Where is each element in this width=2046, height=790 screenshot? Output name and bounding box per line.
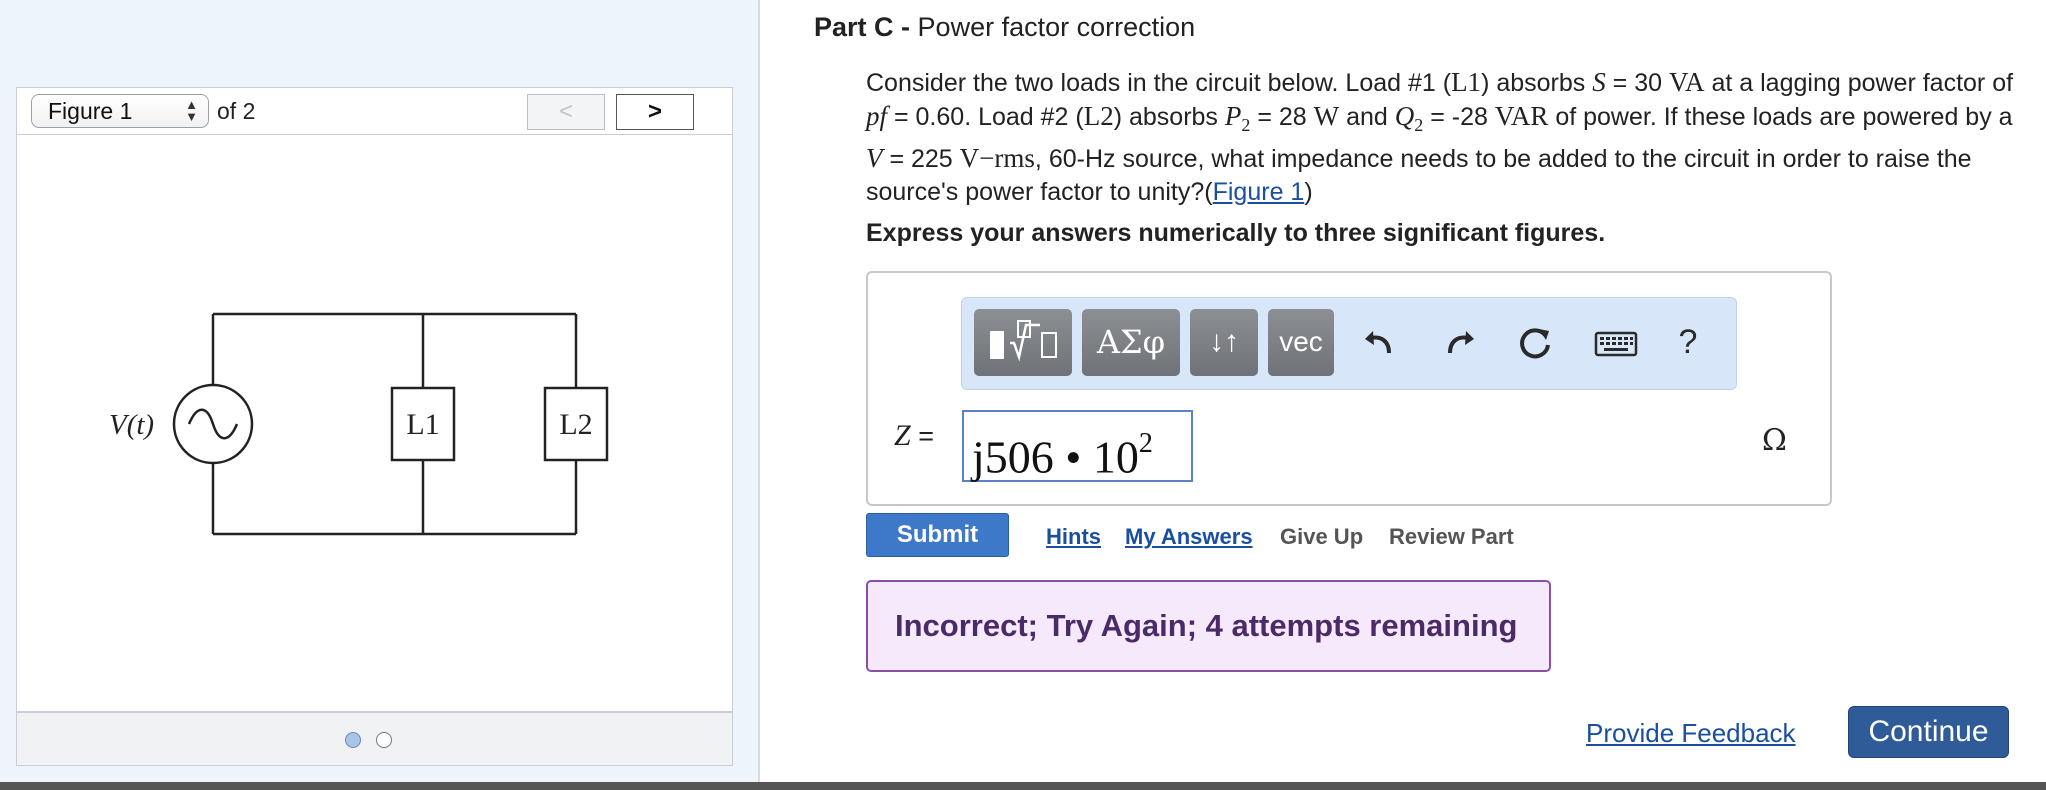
figure-count-label: of 2 bbox=[217, 98, 256, 124]
answer-input[interactable]: j506 • 102 bbox=[962, 410, 1193, 482]
load2-q-value: -28 bbox=[1451, 103, 1488, 131]
figure-pagination bbox=[16, 712, 733, 766]
page-dot[interactable] bbox=[376, 732, 392, 748]
answer-exponent: 2 bbox=[1138, 428, 1153, 459]
page-dot-active[interactable] bbox=[345, 732, 361, 748]
answer-box: ΑΣφ ↓↑ vec ? Z = j506 • 102 Ω bbox=[866, 271, 1832, 506]
review-part-link[interactable]: Review Part bbox=[1389, 524, 1514, 550]
answer-unit: Ω bbox=[1762, 423, 1787, 458]
load-l1-label: L1 bbox=[406, 408, 439, 441]
figure-toolbar: Figure 1 ▲ ▼ of 2 < > bbox=[16, 87, 733, 135]
chevron-right-icon: > bbox=[647, 98, 662, 125]
arrows-button[interactable]: ↓↑ bbox=[1190, 309, 1258, 376]
reset-button[interactable] bbox=[1509, 309, 1561, 376]
source-v-value: 225 bbox=[911, 145, 953, 173]
give-up-link[interactable]: Give Up bbox=[1280, 524, 1363, 550]
my-answers-link[interactable]: My Answers bbox=[1125, 524, 1253, 550]
vector-button[interactable]: vec bbox=[1268, 309, 1334, 376]
answer-label: Z = bbox=[894, 419, 934, 453]
greek-symbols-button[interactable]: ΑΣφ bbox=[1082, 309, 1180, 376]
redo-button[interactable] bbox=[1432, 309, 1484, 376]
select-arrows-icon: ▲ ▼ bbox=[185, 97, 198, 124]
math-toolbar: ΑΣφ ↓↑ vec ? bbox=[961, 297, 1737, 390]
figure-panel: Figure 1 ▲ ▼ of 2 < > V(t) L1 L2 bbox=[0, 0, 760, 782]
redo-icon bbox=[1448, 331, 1474, 354]
part-title: Part C - Power factor correction bbox=[814, 12, 1195, 43]
keyboard-button[interactable] bbox=[1586, 309, 1646, 376]
answer-variable: Z bbox=[894, 419, 911, 452]
undo-icon bbox=[1365, 331, 1391, 354]
answer-value: j506 • 10 bbox=[972, 431, 1139, 483]
chevron-left-icon: < bbox=[558, 98, 573, 125]
load1-pf-value: 0.60 bbox=[915, 103, 965, 131]
source-v-unit: V−rms bbox=[959, 143, 1035, 173]
circuit-diagram: V(t) L1 L2 bbox=[109, 312, 609, 536]
load2-p-value: 28 bbox=[1278, 103, 1307, 131]
question-text: Consider the two loads in the circuit be… bbox=[866, 67, 2014, 206]
answer-equals: = bbox=[918, 421, 934, 451]
load2-q-unit: VAR bbox=[1494, 101, 1549, 131]
figure-select-value: Figure 1 bbox=[48, 98, 133, 124]
figure-select[interactable]: Figure 1 ▲ ▼ bbox=[31, 94, 209, 128]
instruction-text: Express your answers numerically to thre… bbox=[866, 219, 1606, 247]
source-label: V(t) bbox=[109, 409, 154, 441]
help-button[interactable]: ? bbox=[1662, 309, 1714, 376]
provide-feedback-link[interactable]: Provide Feedback bbox=[1586, 718, 1796, 749]
reset-icon bbox=[1520, 328, 1550, 359]
feedback-message: Incorrect; Try Again; 4 attempts remaini… bbox=[866, 580, 1551, 672]
source-frequency: 60-Hz bbox=[1048, 145, 1116, 173]
templates-icon bbox=[990, 320, 1057, 362]
load-l2-label: L2 bbox=[559, 408, 592, 441]
load1-s-unit: VA bbox=[1669, 67, 1705, 97]
submit-button[interactable]: Submit bbox=[866, 513, 1009, 557]
keyboard-icon bbox=[1594, 331, 1638, 357]
bottom-bar bbox=[0, 782, 2046, 790]
load1-s-value: 30 bbox=[1634, 69, 1663, 97]
templates-button[interactable] bbox=[974, 309, 1072, 376]
undo-button[interactable] bbox=[1355, 309, 1407, 376]
hints-link[interactable]: Hints bbox=[1046, 524, 1101, 550]
part-prefix: Part C - bbox=[814, 12, 911, 42]
figure-canvas: V(t) L1 L2 bbox=[16, 135, 733, 712]
next-figure-button[interactable]: > bbox=[616, 94, 694, 130]
figure-link[interactable]: Figure 1 bbox=[1213, 178, 1305, 206]
part-name: Power factor correction bbox=[917, 12, 1196, 42]
continue-button[interactable]: Continue bbox=[1848, 706, 2009, 758]
load2-p-unit: W bbox=[1313, 101, 1340, 131]
previous-figure-button[interactable]: < bbox=[527, 94, 605, 130]
